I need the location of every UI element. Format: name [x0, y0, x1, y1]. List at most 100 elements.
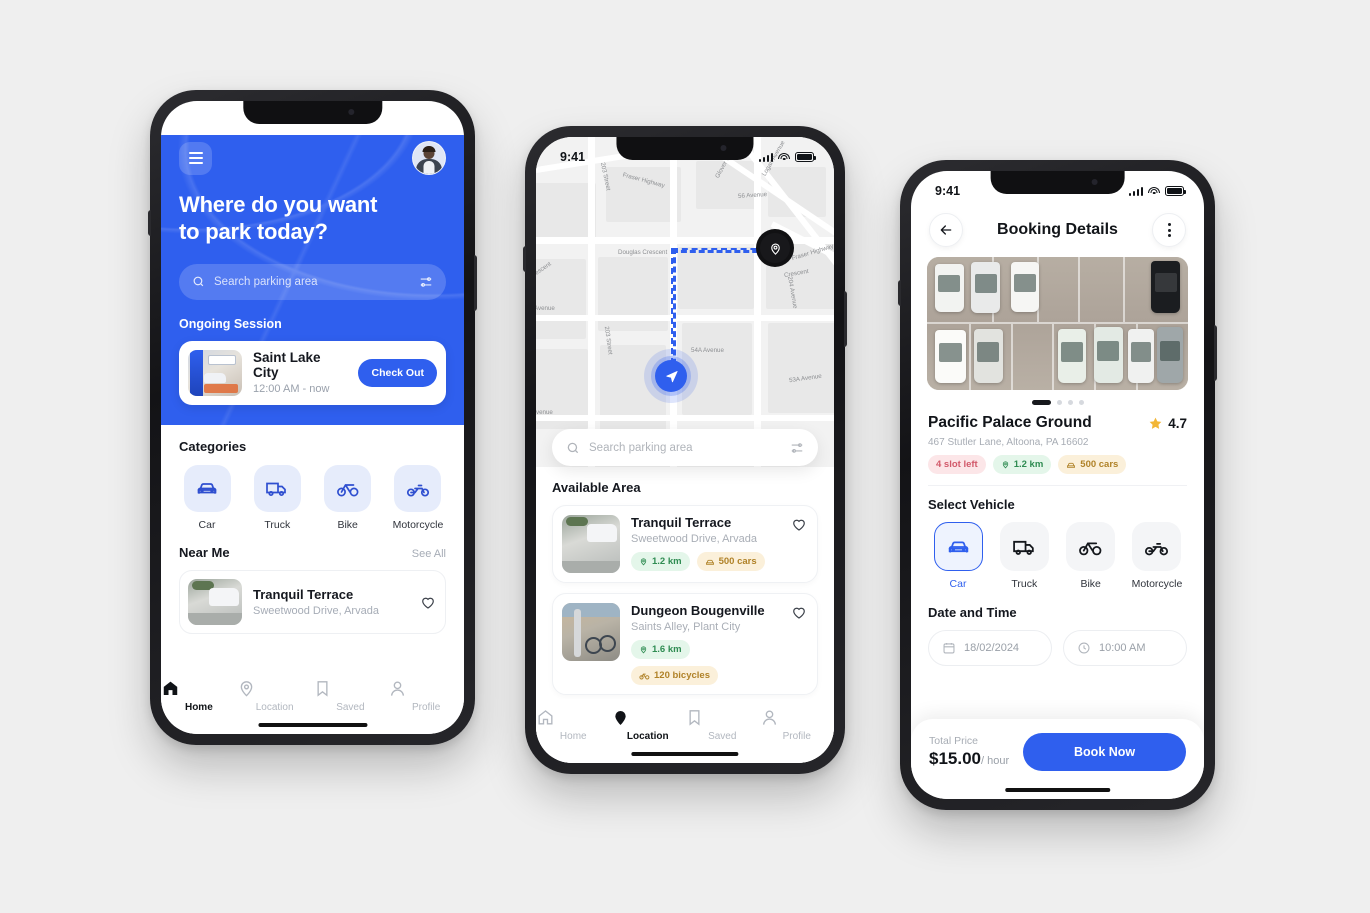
filter-sliders-icon[interactable] — [790, 441, 804, 455]
filter-sliders-icon[interactable] — [419, 275, 433, 289]
tab-home[interactable]: Home — [161, 679, 237, 713]
place-address: 467 Stutler Lane, Altoona, PA 16602 — [928, 437, 1089, 448]
vehicle-option-bike[interactable]: Bike — [1061, 522, 1121, 590]
place-name: Tranquil Terrace — [253, 586, 354, 602]
tab-saved[interactable]: Saved — [685, 708, 760, 742]
heart-outline-icon[interactable] — [419, 593, 437, 611]
map-street-label: Douglas Crescent — [618, 249, 668, 256]
session-info: Saint Lake City 12:00 AM - now — [253, 350, 347, 395]
category-label: Motorcycle — [392, 518, 444, 531]
home-hero: Where do you want to park today? Search … — [161, 135, 464, 425]
back-button[interactable] — [929, 213, 963, 247]
chip-label: 500 cars — [1080, 459, 1119, 470]
tab-label: Home — [559, 731, 587, 742]
home-indicator — [631, 752, 739, 756]
divider — [928, 485, 1187, 486]
home-body: Categories Car Truck Bike Motorcycle Nea… — [161, 424, 464, 634]
carousel-dot[interactable] — [1056, 400, 1062, 405]
vehicle-option-car[interactable]: Car — [928, 522, 988, 590]
star-icon — [1149, 417, 1162, 429]
vehicle-option-motorcycle[interactable]: Motorcycle — [1127, 522, 1187, 590]
phone-booking-screen: 9:41 Booking Details Pacific Palace Grou… — [898, 160, 1217, 810]
category-label: Truck — [264, 518, 291, 531]
category-car[interactable]: Car — [179, 464, 235, 531]
category-motorcycle[interactable]: Motorcycle — [390, 464, 446, 531]
date-time-row: 18/02/2024 10:00 AM — [928, 630, 1187, 666]
hamburger-menu-icon[interactable] — [179, 141, 212, 175]
place-info: Tranquil Terrace Sweetwood Drive, Arvada — [253, 587, 408, 617]
capacity-chip: 500 cars — [1058, 455, 1127, 474]
location-pin-icon — [640, 558, 647, 566]
heart-outline-icon[interactable] — [790, 515, 808, 573]
available-list-item[interactable]: Dungeon Bougenville Saints Alley, Plant … — [552, 593, 818, 695]
calendar-icon — [943, 643, 955, 654]
map-street-label: 54A Avenue — [691, 347, 724, 354]
check-out-button[interactable]: Check Out — [358, 358, 437, 387]
carousel-dot[interactable] — [1067, 400, 1073, 405]
booking-footer: Total Price $15.00/ hour Book Now — [911, 719, 1204, 799]
slots-chip: 4 slot left — [928, 455, 986, 474]
tab-saved[interactable]: Saved — [313, 679, 389, 713]
navigation-arrow-icon — [655, 360, 687, 392]
map-view[interactable]: 203 Street Fraser Highway Glover Road Lo… — [536, 137, 834, 467]
category-bike[interactable]: Bike — [320, 464, 376, 531]
tab-profile[interactable]: Profile — [388, 679, 464, 713]
device-notch — [990, 171, 1125, 194]
chip-label: 500 cars — [718, 556, 757, 567]
total-price-label: Total Price — [929, 735, 979, 747]
vehicle-label: Motorcycle — [1131, 578, 1183, 590]
place-thumbnail — [562, 603, 620, 661]
place-thumbnail — [188, 578, 242, 625]
page-title: Where do you want to park today? — [179, 192, 446, 246]
vehicle-label: Truck — [1011, 578, 1038, 590]
kebab-menu-button[interactable] — [1152, 213, 1186, 247]
kebab-menu-icon — [1167, 223, 1171, 237]
place-address: Saints Alley, Plant City — [631, 621, 741, 633]
heart-outline-icon[interactable] — [790, 603, 808, 685]
vehicle-options: Car Truck Bike Motorcycle — [928, 522, 1187, 590]
page-title-line2: to park today? — [179, 218, 328, 244]
user-avatar[interactable] — [412, 141, 446, 175]
tab-label: Location — [255, 702, 294, 713]
carousel-dot-active[interactable] — [1031, 400, 1051, 405]
select-vehicle-label: Select Vehicle — [928, 497, 1015, 512]
tab-label: Profile — [411, 702, 441, 713]
near-me-list-item[interactable]: Tranquil Terrace Sweetwood Drive, Arvada — [179, 569, 446, 634]
search-input[interactable]: Search parking area — [179, 263, 446, 300]
phone-home-screen: 9:41 Where do you want to park today? Se… — [148, 90, 477, 745]
carousel-dot[interactable] — [1078, 400, 1084, 405]
available-list-item[interactable]: Tranquil Terrace Sweetwood Drive, Arvada… — [552, 505, 818, 583]
near-me-header: Near Me See All — [179, 545, 446, 560]
vehicle-option-truck[interactable]: Truck — [994, 522, 1054, 590]
car-icon — [705, 559, 714, 565]
place-thumbnail — [562, 515, 620, 573]
session-thumbnail — [188, 349, 242, 396]
booking-body: Pacific Palace Ground 4.7 467 Stutler La… — [911, 405, 1204, 666]
search-input[interactable]: Search parking area — [552, 429, 818, 466]
rating-value: 4.7 — [1168, 415, 1187, 431]
parking-lot-photo[interactable] — [927, 257, 1188, 390]
home-indicator — [1004, 788, 1111, 792]
category-truck[interactable]: Truck — [249, 464, 305, 531]
capacity-chip: 500 cars — [696, 552, 765, 571]
book-now-button[interactable]: Book Now — [1023, 733, 1186, 771]
tab-home[interactable]: Home — [536, 708, 611, 742]
user-location-marker[interactable] — [644, 349, 698, 403]
status-time: 9:41 — [935, 184, 961, 198]
location-pin-icon — [640, 646, 647, 654]
date-field[interactable]: 18/02/2024 — [928, 630, 1052, 666]
page-title: Booking Details — [997, 221, 1118, 238]
time-field[interactable]: 10:00 AM — [1063, 630, 1187, 666]
total-price-value: $15.00/ hour — [929, 749, 1009, 769]
place-name: Tranquil Terrace — [631, 515, 732, 530]
bicycle-icon — [324, 464, 372, 512]
map-street-label: Avenue — [536, 409, 553, 416]
destination-pin-icon[interactable] — [756, 229, 794, 267]
see-all-link[interactable]: See All — [412, 548, 446, 560]
tab-location[interactable]: Location — [237, 679, 313, 713]
ongoing-session-card[interactable]: Saint Lake City 12:00 AM - now Check Out — [179, 340, 446, 405]
tab-profile[interactable]: Profile — [760, 708, 835, 742]
tab-label: Saved — [708, 731, 737, 742]
wifi-icon — [1148, 186, 1160, 196]
tab-location[interactable]: Location — [611, 708, 686, 742]
